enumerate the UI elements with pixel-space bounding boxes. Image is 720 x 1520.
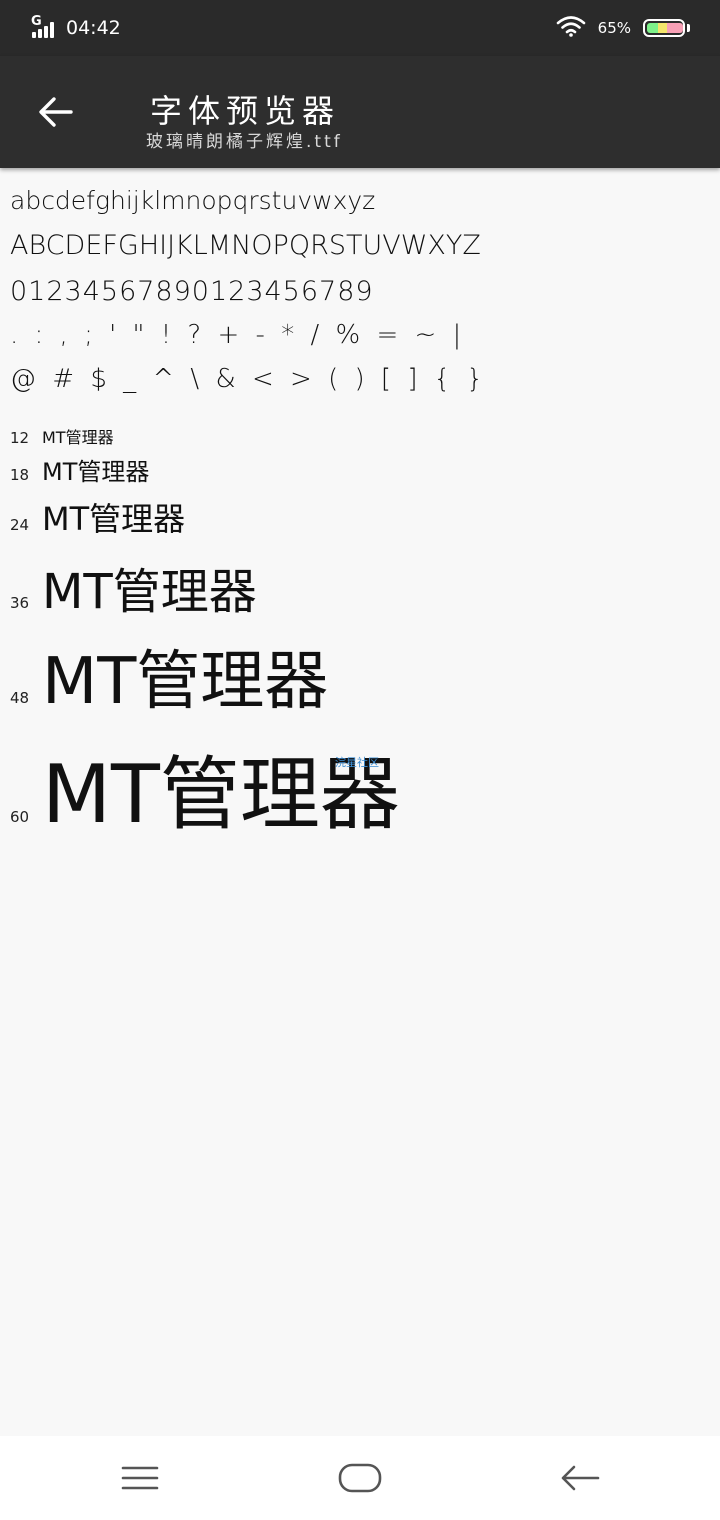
nav-back-button[interactable] bbox=[550, 1454, 610, 1502]
size-sample: MT管理器 bbox=[42, 645, 329, 719]
status-left: G 04:42 bbox=[30, 12, 121, 44]
battery-icon bbox=[643, 19, 685, 37]
nav-back-icon bbox=[561, 1465, 600, 1491]
back-arrow-icon bbox=[39, 97, 73, 127]
font-file-name: 玻璃晴朗橘子辉煌.ttf bbox=[146, 132, 343, 152]
size-label: 18 bbox=[10, 466, 30, 484]
page-title: 字体预览器 bbox=[150, 92, 341, 130]
signal-icon: G bbox=[30, 14, 60, 40]
font-preview-area: abcdefghijklmnopqrstuvwxyz ABCDEFGHIJKLM… bbox=[0, 168, 720, 1436]
punctuation-sample: . : , ; ' " ! ? + - * / % = ~ | bbox=[10, 320, 466, 350]
watermark: 浣星社区 bbox=[335, 756, 379, 769]
size-sample: MT管理器 bbox=[42, 500, 186, 538]
battery-percent: 65% bbox=[597, 19, 631, 37]
lowercase-sample: abcdefghijklmnopqrstuvwxyz bbox=[10, 186, 376, 215]
recent-apps-button[interactable] bbox=[110, 1454, 170, 1502]
size-label: 60 bbox=[10, 808, 30, 826]
size-label: 12 bbox=[10, 429, 30, 447]
size-label: 36 bbox=[10, 594, 30, 612]
home-button[interactable] bbox=[330, 1454, 390, 1502]
size-row-48: 48 MT管理器 bbox=[10, 630, 328, 722]
size-sample: MT管理器 bbox=[42, 748, 400, 841]
digits-sample: 01234567890123456789 bbox=[10, 276, 374, 307]
size-row-36: 36 MT管理器 bbox=[10, 552, 257, 622]
size-label: 24 bbox=[10, 516, 30, 534]
size-row-18: 18 MT管理器 bbox=[10, 452, 149, 487]
size-row-12: 12 MT管理器 bbox=[10, 424, 114, 448]
size-sample: MT管理器 bbox=[42, 428, 114, 447]
back-button[interactable] bbox=[28, 84, 84, 140]
menu-icon bbox=[121, 1466, 159, 1490]
status-right: 65% bbox=[556, 14, 690, 42]
app-bar: 字体预览器 玻璃晴朗橘子辉煌.ttf bbox=[0, 56, 720, 168]
symbols-sample: @ # $ _ ^ \ & < > ( ) [ ] { } bbox=[10, 364, 488, 394]
size-sample: MT管理器 bbox=[42, 458, 150, 486]
size-sample: MT管理器 bbox=[42, 564, 257, 620]
size-label: 48 bbox=[10, 689, 30, 707]
clock: 04:42 bbox=[66, 17, 121, 39]
status-bar: G 04:42 65% bbox=[0, 0, 720, 56]
navigation-bar bbox=[0, 1436, 720, 1520]
size-row-24: 24 MT管理器 bbox=[10, 494, 185, 540]
wifi-icon bbox=[556, 15, 586, 41]
uppercase-sample: ABCDEFGHIJKLMNOPQRSTUVWXYZ bbox=[10, 230, 481, 261]
size-row-60: 60 MT管理器 bbox=[10, 730, 400, 846]
home-icon bbox=[338, 1463, 382, 1493]
network-type: G bbox=[31, 14, 42, 29]
battery-tip bbox=[687, 24, 690, 32]
